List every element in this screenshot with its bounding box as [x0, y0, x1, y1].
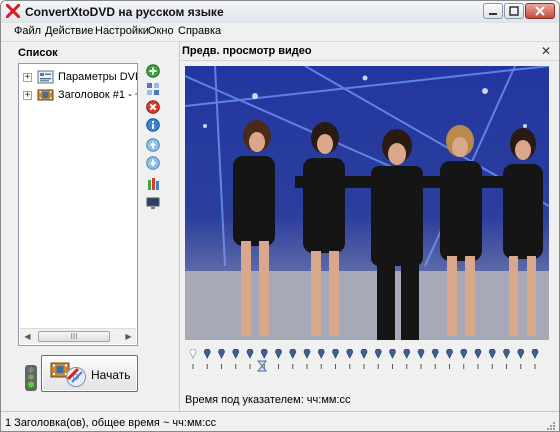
- move-down-icon[interactable]: [146, 156, 160, 170]
- list-panel-title: Список: [18, 47, 58, 59]
- menu-settings[interactable]: Настройки: [95, 25, 149, 37]
- window-title: ConvertXtoDVD на русском языке: [25, 5, 224, 19]
- chapter-marker[interactable]: [431, 348, 439, 359]
- chapter-marker[interactable]: [389, 348, 396, 359]
- video-frame: [185, 66, 549, 340]
- scroll-left-arrow-icon[interactable]: ◀: [20, 329, 35, 344]
- timeline-track: [189, 348, 539, 372]
- start-button-label: Начать: [91, 368, 131, 382]
- video-preview[interactable]: [185, 66, 549, 340]
- chapter-marker[interactable]: [403, 348, 411, 359]
- chapter-timeline[interactable]: [185, 348, 549, 383]
- info-icon[interactable]: [146, 118, 160, 132]
- chapter-marker[interactable]: [275, 348, 282, 359]
- chapter-marker[interactable]: [246, 348, 254, 359]
- chapter-marker[interactable]: [446, 348, 453, 359]
- start-button[interactable]: Начать: [41, 355, 138, 392]
- chapter-marker[interactable]: [488, 348, 496, 359]
- scroll-right-arrow-icon[interactable]: ▶: [121, 329, 136, 344]
- maximize-button[interactable]: [504, 3, 524, 19]
- chapter-marker[interactable]: [260, 348, 268, 359]
- status-light-icon: [25, 365, 37, 391]
- chapter-marker[interactable]: [289, 348, 297, 359]
- preview-title: Предв. просмотр видео: [182, 45, 312, 57]
- expand-icon[interactable]: +: [23, 90, 32, 100]
- chapter-marker[interactable]: [531, 348, 539, 359]
- horizontal-scrollbar[interactable]: ◀ III ▶: [20, 328, 136, 344]
- start-convert-icon: [50, 362, 86, 387]
- app-window: ConvertXtoDVD на русском языке Файл Дейс…: [0, 0, 560, 432]
- chapter-marker[interactable]: [232, 348, 240, 359]
- delete-icon[interactable]: [146, 100, 160, 114]
- title-bar[interactable]: ConvertXtoDVD на русском языке: [1, 1, 559, 24]
- chapter-marker[interactable]: [332, 348, 339, 359]
- scroll-thumb[interactable]: III: [38, 331, 110, 342]
- menu-file[interactable]: Файл: [14, 25, 41, 37]
- dvd-settings-icon: [37, 70, 54, 84]
- tools-icon[interactable]: [146, 177, 160, 191]
- project-tree[interactable]: + Параметры DVD: M + Заголовок #1 - ~1: [18, 63, 138, 346]
- close-icon: [535, 6, 545, 16]
- maximize-icon: [509, 6, 519, 16]
- chapter-marker[interactable]: [317, 348, 325, 359]
- chapter-marker[interactable]: [346, 348, 354, 359]
- menu-window[interactable]: Окно: [148, 25, 174, 37]
- menu-help[interactable]: Справка: [178, 25, 221, 37]
- preview-header: Предв. просмотр видео ✕: [181, 43, 559, 61]
- move-up-icon[interactable]: [146, 138, 160, 152]
- add-icon[interactable]: [146, 64, 160, 78]
- chapter-marker[interactable]: [189, 348, 197, 359]
- preview-close-icon[interactable]: ✕: [541, 44, 551, 58]
- chapter-marker[interactable]: [474, 348, 482, 359]
- panel-splitter[interactable]: [179, 41, 180, 411]
- title-film-icon: [37, 89, 54, 101]
- chapter-marker[interactable]: [360, 348, 368, 359]
- tree-item-title-1[interactable]: + Заголовок #1 - ~1: [23, 87, 137, 103]
- tree-item-dvd-settings[interactable]: + Параметры DVD: M: [23, 69, 137, 85]
- pointer-time-label: Время под указателем: чч:мм:сс: [185, 394, 351, 406]
- minimize-icon: [489, 13, 497, 15]
- chapter-marker[interactable]: [203, 348, 211, 359]
- chapter-marker[interactable]: [460, 348, 468, 359]
- playhead-pointer[interactable]: [257, 360, 268, 372]
- status-text: 1 Заголовка(ов), общее время ~ чч:мм:сс: [5, 417, 217, 429]
- merge-icon[interactable]: [146, 82, 160, 96]
- tree-item-label: Заголовок #1 - ~1: [58, 89, 137, 101]
- chapter-marker[interactable]: [218, 348, 225, 359]
- chapter-marker[interactable]: [374, 348, 382, 359]
- preview-screen-icon[interactable]: [146, 196, 160, 210]
- status-bar: 1 Заголовка(ов), общее время ~ чч:мм:сс: [1, 411, 559, 431]
- minimize-button[interactable]: [483, 3, 503, 19]
- chapter-marker[interactable]: [303, 348, 311, 359]
- menu-action[interactable]: Действие: [45, 25, 93, 37]
- app-logo-icon: [6, 4, 20, 18]
- chapter-marker[interactable]: [517, 348, 525, 359]
- chapter-marker[interactable]: [417, 348, 425, 359]
- menu-bar: Файл Действие Настройки Окно Справка: [1, 23, 559, 42]
- close-button[interactable]: [525, 3, 555, 19]
- resize-grip-icon[interactable]: [546, 421, 556, 431]
- chapter-marker[interactable]: [503, 348, 510, 359]
- expand-icon[interactable]: +: [23, 72, 32, 82]
- tree-item-label: Параметры DVD: M: [58, 71, 137, 83]
